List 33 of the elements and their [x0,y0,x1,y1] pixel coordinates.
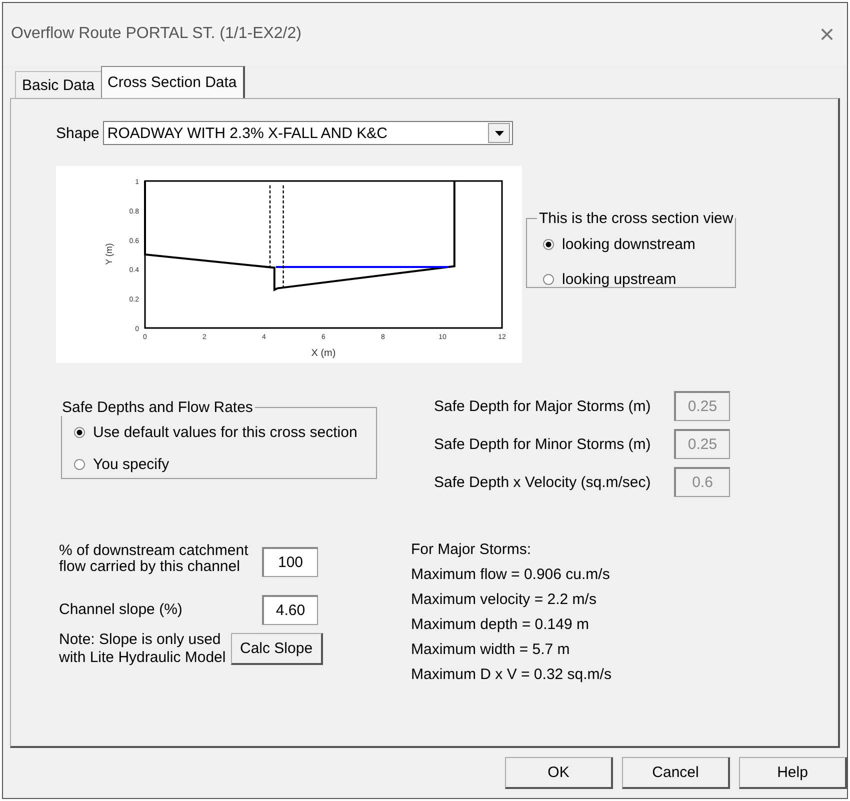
dialog-button[interactable]: Help [739,757,847,789]
dialog-button[interactable]: OK [505,757,613,789]
radio-option[interactable]: looking upstream [543,262,736,297]
field-label: % of downstream catchment flow carried by this channel [59,543,250,575]
results-title: For Major Storms: [411,540,532,559]
dropdown-arrow-icon [494,130,504,136]
y-axis-title: Y (m) [104,243,114,265]
calc-slope-button[interactable]: Calc Slope [231,633,323,665]
tab[interactable]: Cross Section Data [100,66,245,98]
close-button[interactable]: × [807,14,847,54]
result-text: Maximum width = 5.7 m [411,640,571,659]
group-title: This is the cross section view [538,210,734,227]
shape-dropdown[interactable]: ROADWAY WITH 2.3% X-FALL AND K&C [103,121,514,145]
tab[interactable]: Basic Data [15,71,102,98]
field-label: Safe Depth for Minor Storms (m) [434,436,651,452]
input-field[interactable]: 4.60 [262,595,318,625]
group-title: Safe Depths and Flow Rates [61,399,254,416]
x-axis-title: X (m) [311,348,336,359]
result-text: Maximum depth = 0.149 m [411,615,590,634]
radio-option[interactable]: looking downstream [543,227,736,262]
dialog-button[interactable]: Cancel [622,757,730,789]
field-label: Safe Depth for Major Storms (m) [434,398,651,414]
window-title: Overflow Route PORTAL ST. (1/1-EX2/2) [11,25,302,43]
result-text: Maximum flow = 0.906 cu.m/s [411,565,611,584]
result-text: Maximum velocity = 2.2 m/s [411,590,598,609]
result-text: Maximum D x V = 0.32 sq.m/s [411,665,612,684]
field-label: Channel slope (%) [59,602,184,618]
radio-option[interactable]: Use default values for this cross section [74,416,376,448]
shape-label: Shape [56,124,100,142]
input-field[interactable]: 100 [262,547,318,577]
field-label: Safe Depth x Velocity (sq.m/sec) [434,474,651,490]
radio-option[interactable]: You specify [74,448,376,480]
note-text: Note: Slope is only used with Lite Hydraulic Model [59,631,227,667]
